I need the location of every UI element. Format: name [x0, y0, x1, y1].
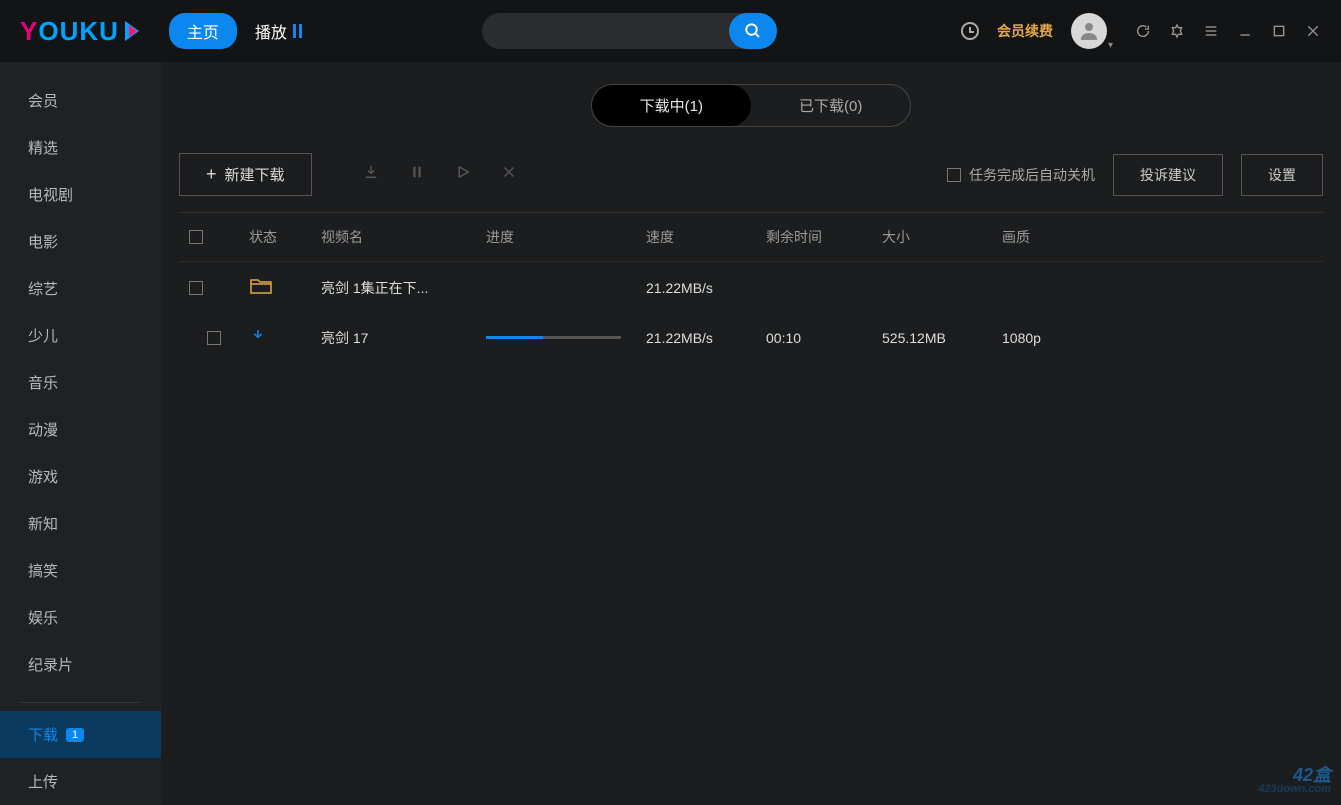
auto-shutdown-option[interactable]: 任务完成后自动关机: [947, 165, 1095, 185]
header-right-group: 会员续费 ▾: [961, 13, 1321, 49]
item-name: 亮剑 17: [321, 328, 486, 348]
tab-downloaded[interactable]: 已下载(0): [751, 85, 910, 126]
sidebar-item-movies[interactable]: 电影: [0, 218, 161, 265]
new-download-label: 新建下载: [225, 164, 285, 185]
feedback-button[interactable]: 投诉建议: [1113, 154, 1223, 196]
sidebar-item-documentary[interactable]: 纪录片: [0, 641, 161, 688]
sidebar: 会员 精选 电视剧 电影 综艺 少儿 音乐 动漫 游戏 新知 搞笑 娱乐 纪录片…: [0, 62, 161, 805]
youku-logo: YOUKU: [20, 16, 139, 47]
folder-icon: [249, 276, 321, 299]
download-table-header: 状态 视频名 进度 速度 剩余时间 大小 画质: [179, 213, 1323, 262]
watermark: 42盒 423down.com: [1258, 766, 1331, 795]
auto-shutdown-checkbox[interactable]: [947, 168, 961, 182]
search-box[interactable]: [482, 13, 777, 49]
item-remain: 00:10: [766, 330, 882, 346]
plus-icon: +: [206, 164, 217, 185]
sidebar-item-variety[interactable]: 综艺: [0, 265, 161, 312]
watermark-line1: 42盒: [1258, 766, 1331, 784]
logo-ouku: OUKU: [38, 16, 119, 46]
refresh-icon[interactable]: [1135, 23, 1151, 39]
download-toolbar: + 新建下载 任务完成后自动关机 投诉建议 设置: [179, 145, 1323, 213]
pause-icon: [293, 24, 302, 38]
select-all-checkbox[interactable]: [189, 230, 203, 244]
main-content: 下载中(1) 已下载(0) + 新建下载 任务完成后自动关机 投诉建议 设置: [161, 62, 1341, 805]
download-count-badge: 1: [66, 728, 84, 742]
sidebar-item-entertainment[interactable]: 娱乐: [0, 594, 161, 641]
progress-fill: [486, 336, 543, 339]
user-avatar[interactable]: ▾: [1071, 13, 1107, 49]
maximize-icon[interactable]: [1271, 23, 1287, 39]
col-size-header: 大小: [882, 227, 1002, 247]
col-quality-header: 画质: [1002, 227, 1102, 247]
settings-button[interactable]: 设置: [1241, 154, 1323, 196]
new-download-button[interactable]: + 新建下载: [179, 153, 312, 196]
group-name: 亮剑 1集正在下...: [321, 278, 486, 298]
sidebar-item-games[interactable]: 游戏: [0, 453, 161, 500]
col-progress-header: 进度: [486, 227, 646, 247]
col-status-header: 状态: [249, 227, 321, 247]
download-group-row[interactable]: 亮剑 1集正在下... 21.22MB/s: [179, 262, 1323, 313]
sidebar-download-label: 下载: [28, 724, 58, 745]
search-button[interactable]: [729, 13, 777, 49]
sidebar-item-featured[interactable]: 精选: [0, 124, 161, 171]
sidebar-item-vip[interactable]: 会员: [0, 77, 161, 124]
nav-play-tab[interactable]: 播放: [255, 19, 302, 43]
delete-icon[interactable]: [500, 163, 518, 186]
row-checkbox[interactable]: [207, 331, 221, 345]
vip-renew-link[interactable]: 会员续费: [997, 21, 1053, 41]
theme-icon[interactable]: [1169, 23, 1185, 39]
downloading-icon: [249, 327, 321, 348]
resume-icon[interactable]: [454, 163, 472, 186]
sidebar-item-kids[interactable]: 少儿: [0, 312, 161, 359]
group-speed: 21.22MB/s: [646, 280, 766, 296]
minimize-icon[interactable]: [1237, 23, 1253, 39]
item-size: 525.12MB: [882, 330, 1002, 346]
nav-home-tab[interactable]: 主页: [169, 13, 237, 49]
sidebar-item-anime[interactable]: 动漫: [0, 406, 161, 453]
download-item-row[interactable]: 亮剑 17 21.22MB/s 00:10 525.12MB 1080p: [179, 313, 1323, 362]
tab-downloading[interactable]: 下载中(1): [592, 85, 751, 126]
history-icon[interactable]: [961, 22, 979, 40]
menu-icon[interactable]: [1203, 23, 1219, 39]
sidebar-item-download[interactable]: 下载 1: [0, 711, 161, 758]
col-remain-header: 剩余时间: [766, 227, 882, 247]
download-subtabs: 下载中(1) 已下载(0): [179, 84, 1323, 127]
col-name-header: 视频名: [321, 227, 486, 247]
app-header: YOUKU 主页 播放 会员续费 ▾: [0, 0, 1341, 62]
chevron-down-icon: ▾: [1108, 40, 1113, 51]
logo-y: Y: [20, 16, 38, 46]
watermark-line2: 423down.com: [1258, 784, 1331, 795]
col-speed-header: 速度: [646, 227, 766, 247]
row-checkbox[interactable]: [189, 281, 203, 295]
progress-bar: [486, 336, 621, 339]
item-quality: 1080p: [1002, 330, 1102, 346]
sidebar-divider: [20, 702, 141, 703]
sidebar-item-funny[interactable]: 搞笑: [0, 547, 161, 594]
sidebar-item-music[interactable]: 音乐: [0, 359, 161, 406]
sidebar-item-knowledge[interactable]: 新知: [0, 500, 161, 547]
start-all-icon[interactable]: [362, 163, 380, 186]
logo-arrow-icon: [125, 21, 139, 41]
nav-play-label: 播放: [255, 19, 287, 43]
sidebar-item-upload[interactable]: 上传: [0, 758, 161, 805]
auto-shutdown-label: 任务完成后自动关机: [969, 165, 1095, 185]
close-icon[interactable]: [1305, 23, 1321, 39]
item-speed: 21.22MB/s: [646, 330, 766, 346]
pause-all-icon[interactable]: [408, 163, 426, 186]
sidebar-item-tvseries[interactable]: 电视剧: [0, 171, 161, 218]
